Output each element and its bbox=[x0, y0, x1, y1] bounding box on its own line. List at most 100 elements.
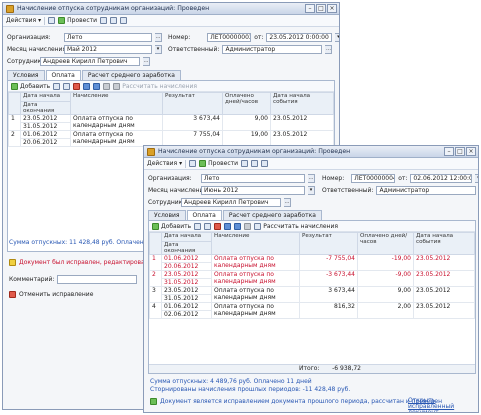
month-field[interactable]: Июнь 2012 bbox=[201, 186, 305, 195]
month-dropdown[interactable]: ▾ bbox=[308, 186, 315, 195]
column-start[interactable]: Дата начала bbox=[161, 232, 212, 242]
date-picker[interactable]: ▾ bbox=[475, 174, 478, 183]
move-up-icon[interactable] bbox=[83, 82, 91, 90]
column-number bbox=[149, 232, 162, 255]
org-label: Организация: bbox=[7, 34, 51, 41]
tab-conditions[interactable]: Условия bbox=[7, 70, 45, 80]
column-accrual[interactable]: Начисление bbox=[70, 92, 163, 115]
window-title: Начисление отпуска сотрудникам организац… bbox=[17, 5, 210, 12]
org-dropdown[interactable]: … bbox=[155, 33, 162, 42]
org-field[interactable]: Лето bbox=[201, 174, 305, 183]
table-row[interactable]: 1 23.05.2012 Оплата отпуска по календарн… bbox=[8, 114, 334, 131]
column-accrual[interactable]: Начисление bbox=[211, 232, 300, 255]
org-field[interactable]: Лето bbox=[64, 33, 152, 42]
move-down-icon[interactable] bbox=[93, 82, 101, 90]
print-icon[interactable] bbox=[100, 17, 108, 24]
column-event-start[interactable]: Дата начала события bbox=[413, 232, 475, 255]
edit-icon[interactable] bbox=[63, 82, 71, 90]
column-end[interactable]: Дата окончания bbox=[20, 101, 71, 115]
save-icon[interactable] bbox=[189, 160, 197, 167]
maximize-button[interactable]: □ bbox=[316, 4, 326, 13]
move-up-icon[interactable] bbox=[224, 222, 232, 230]
responsible-dropdown[interactable]: … bbox=[325, 45, 333, 54]
delete-icon[interactable] bbox=[73, 82, 81, 90]
responsible-field[interactable]: Администратор bbox=[222, 45, 323, 54]
column-result[interactable]: Результат bbox=[162, 92, 223, 115]
structure-icon[interactable] bbox=[110, 17, 118, 24]
cancel-icon bbox=[9, 291, 16, 298]
column-end[interactable]: Дата окончания bbox=[161, 241, 212, 255]
column-number bbox=[8, 92, 21, 115]
save-icon[interactable] bbox=[48, 17, 56, 24]
move-down-icon[interactable] bbox=[234, 222, 242, 230]
delete-icon[interactable] bbox=[214, 222, 222, 230]
add-row-button[interactable]: Добавить bbox=[11, 82, 50, 90]
post-icon bbox=[58, 17, 66, 24]
column-start[interactable]: Дата начала bbox=[20, 92, 71, 102]
calculate-button[interactable]: Рассчитать начисления bbox=[113, 82, 197, 90]
structure-icon[interactable] bbox=[251, 160, 259, 167]
table-row[interactable]: 1 01.06.2012 Оплата отпуска по календарн… bbox=[149, 254, 475, 271]
employee-dropdown[interactable]: … bbox=[143, 57, 150, 66]
actions-menu[interactable]: Действия ▾ bbox=[147, 160, 182, 167]
document-icon bbox=[147, 148, 155, 156]
close-button[interactable]: × bbox=[327, 4, 337, 13]
sort-icon[interactable] bbox=[103, 82, 111, 90]
tab-average-earnings[interactable]: Расчет среднего заработка bbox=[81, 70, 181, 80]
date-field[interactable]: 23.05.2012 0:00:00 bbox=[266, 33, 333, 42]
employee-label: Сотрудник: bbox=[148, 199, 185, 206]
table-row[interactable]: 3 23.05.2012 Оплата отпуска по календарн… bbox=[149, 286, 475, 303]
month-label: Месяц начисления: bbox=[7, 46, 69, 53]
maximize-button[interactable]: □ bbox=[455, 147, 465, 156]
post-button[interactable]: Провести bbox=[199, 160, 238, 167]
number-field[interactable]: ЛЕТ00000004 bbox=[351, 174, 396, 183]
settings-icon[interactable] bbox=[261, 160, 269, 167]
summary-text: Сумма отпускных: 4 489,76 руб. Оплачено … bbox=[150, 378, 312, 385]
close-button[interactable]: × bbox=[466, 147, 476, 156]
tab-payment[interactable]: Оплата bbox=[186, 210, 222, 220]
copy-icon[interactable] bbox=[194, 222, 202, 230]
minimize-button[interactable]: – bbox=[305, 4, 315, 13]
tab-payment[interactable]: Оплата bbox=[45, 70, 81, 80]
column-event-start[interactable]: Дата начала события bbox=[270, 92, 334, 115]
cancel-fix-button[interactable]: Отменить исправление bbox=[9, 291, 93, 298]
print-icon[interactable] bbox=[241, 160, 249, 167]
column-paid-days[interactable]: Оплачено дней/часов bbox=[357, 232, 414, 255]
table-row[interactable]: 2 23.05.2012 Оплата отпуска по календарн… bbox=[149, 270, 475, 287]
post-button[interactable]: Провести bbox=[58, 17, 97, 24]
toolbar: Действия ▾ Провести bbox=[3, 15, 339, 27]
date-field[interactable]: 02.06.2012 12:00:00 bbox=[410, 174, 473, 183]
post-icon bbox=[199, 160, 207, 167]
table-row[interactable]: 2 01.06.2012 Оплата отпуска по календарн… bbox=[8, 130, 334, 147]
column-result[interactable]: Результат bbox=[299, 232, 358, 255]
responsible-field[interactable]: Администратор bbox=[376, 186, 477, 195]
org-label: Организация: bbox=[148, 175, 192, 182]
column-paid-days[interactable]: Оплачено дней/часов bbox=[222, 92, 271, 115]
responsible-label: Ответственный: bbox=[322, 187, 374, 194]
add-row-button[interactable]: Добавить bbox=[152, 222, 191, 230]
accruals-table: Дата начала Начисление Результат Оплачен… bbox=[8, 92, 334, 147]
calculate-button[interactable]: Рассчитать начисления bbox=[254, 222, 338, 230]
month-dropdown[interactable]: ▾ bbox=[155, 45, 162, 54]
comment-field[interactable] bbox=[57, 275, 138, 284]
employee-field[interactable]: Андреев Кирилл Петрович bbox=[181, 198, 281, 207]
tab-average-earnings[interactable]: Расчет среднего заработка bbox=[222, 210, 322, 220]
open-corrected-document-link[interactable]: Открыть исправленный документ bbox=[408, 398, 476, 413]
copy-icon[interactable] bbox=[53, 82, 61, 90]
minimize-button[interactable]: – bbox=[444, 147, 454, 156]
comment-label: Комментарий: bbox=[9, 276, 55, 283]
number-field[interactable]: ЛЕТ00000003 bbox=[207, 33, 252, 42]
from-label: от: bbox=[398, 175, 408, 182]
date-picker[interactable]: ▾ bbox=[335, 33, 339, 42]
tab-conditions[interactable]: Условия bbox=[148, 210, 186, 220]
edit-icon[interactable] bbox=[204, 222, 212, 230]
actions-menu[interactable]: Действия ▾ bbox=[6, 17, 41, 24]
settings-icon[interactable] bbox=[120, 17, 128, 24]
sort-icon[interactable] bbox=[244, 222, 252, 230]
month-field[interactable]: Май 2012 bbox=[64, 45, 152, 54]
table-row[interactable]: 4 01.06.2012 Оплата отпуска по календарн… bbox=[149, 302, 475, 319]
employee-dropdown[interactable]: … bbox=[284, 198, 291, 207]
info-icon bbox=[150, 398, 157, 405]
org-dropdown[interactable]: … bbox=[308, 174, 315, 183]
employee-field[interactable]: Андреев Кирилл Петрович bbox=[40, 57, 140, 66]
